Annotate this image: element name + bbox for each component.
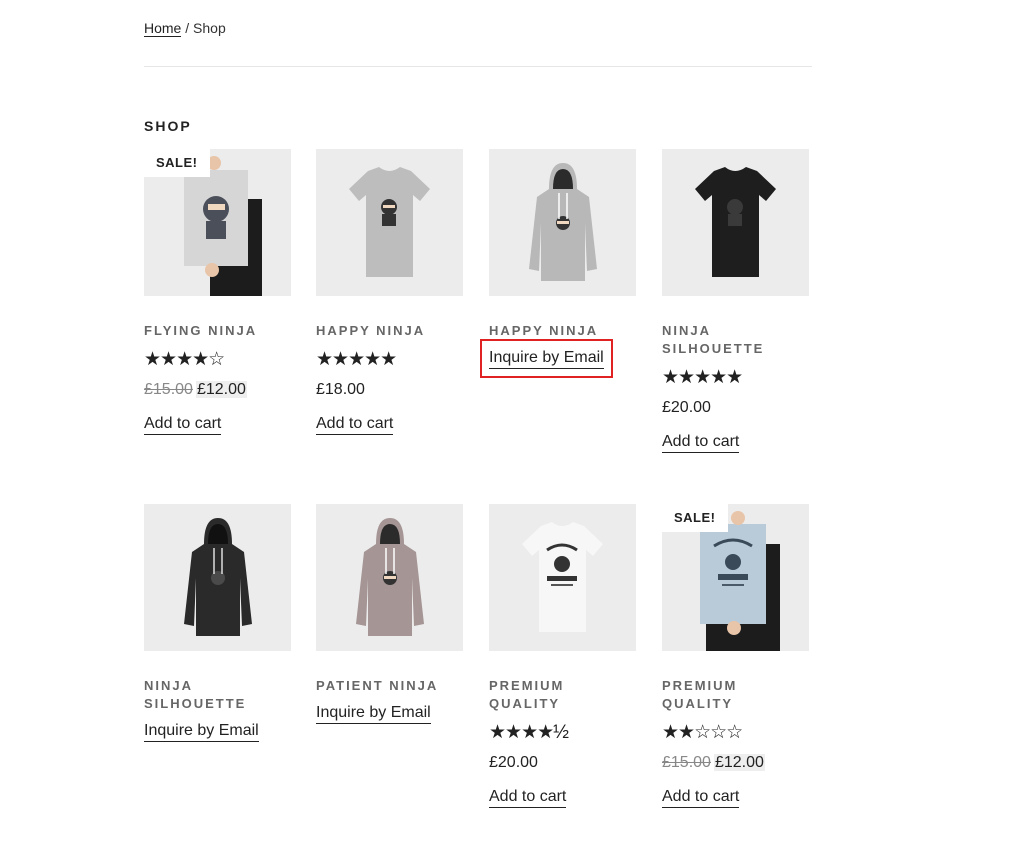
product-price: £15.00 £12.00 — [662, 753, 812, 773]
rating-stars: ★★☆☆☆ — [662, 722, 743, 743]
product-image-pink-hoodie[interactable] — [316, 504, 463, 651]
product-image-ninja-poster[interactable]: SALE! — [144, 149, 291, 296]
product-title[interactable]: HAPPY NINJA — [316, 322, 466, 340]
rating-stars: ★★★★★ — [662, 367, 743, 388]
product-price: £20.00 — [489, 754, 538, 771]
old-price: £15.00 — [662, 754, 711, 771]
add-to-cart-button[interactable]: Add to cart — [662, 432, 740, 453]
product-card-happy-ninja-hoodie: HAPPY NINJA Inquire by Email — [480, 149, 639, 378]
add-to-cart-button[interactable]: Add to cart — [489, 787, 567, 808]
product-image-grey-tshirt[interactable] — [316, 149, 463, 296]
product-image-white-tshirt[interactable] — [489, 504, 636, 651]
product-card-ninja-silhouette-hoodie: NINJA SILHOUETTE Inquire by Email — [144, 504, 294, 742]
product-card-premium-quality-tshirt: PREMIUM QUALITY ★★★★½ £20.00 Add to cart — [489, 504, 639, 808]
product-image-woothemes-poster[interactable]: SALE! — [662, 504, 809, 651]
sale-badge: SALE! — [662, 504, 728, 532]
product-card-premium-quality-poster: SALE! PREMIUM QUALITY ★★☆☆☆ £15.00 £12.00… — [662, 504, 812, 808]
product-price: £20.00 — [662, 399, 711, 416]
product-image-grey-hoodie[interactable] — [489, 149, 636, 296]
sale-price: £12.00 — [195, 381, 247, 398]
product-card-ninja-silhouette-tshirt: NINJA SILHOUETTE ★★★★★ £20.00 Add to car… — [662, 149, 812, 453]
product-image-black-tshirt[interactable] — [662, 149, 809, 296]
inquire-by-email-button[interactable]: Inquire by Email — [480, 339, 613, 378]
product-card-patient-ninja: PATIENT NINJA Inquire by Email — [316, 504, 466, 724]
sale-price: £12.00 — [713, 754, 765, 771]
product-card-flying-ninja: SALE! FLYING NINJA ★★★★☆ £15.00 £12.00 Ad… — [144, 149, 294, 435]
breadcrumb-home-link[interactable]: Home — [144, 20, 182, 37]
product-card-happy-ninja-tshirt: HAPPY NINJA ★★★★★ £18.00 Add to cart — [316, 149, 466, 435]
product-image-black-hoodie[interactable] — [144, 504, 291, 651]
product-title[interactable]: PATIENT NINJA — [316, 677, 466, 695]
breadcrumb: Home / Shop — [144, 20, 226, 37]
product-title[interactable]: NINJA SILHOUETTE — [662, 322, 812, 358]
product-title[interactable]: FLYING NINJA — [144, 322, 294, 340]
header-divider — [144, 66, 812, 67]
add-to-cart-button[interactable]: Add to cart — [316, 414, 394, 435]
add-to-cart-button[interactable]: Add to cart — [662, 787, 740, 808]
inquire-by-email-button[interactable]: Inquire by Email — [144, 721, 259, 742]
rating-stars: ★★★★☆ — [144, 349, 225, 370]
sale-badge: SALE! — [144, 149, 210, 177]
add-to-cart-button[interactable]: Add to cart — [144, 414, 222, 435]
product-title[interactable]: HAPPY NINJA — [489, 322, 639, 340]
product-price: £18.00 — [316, 381, 365, 398]
rating-stars: ★★★★½ — [489, 722, 569, 743]
product-title[interactable]: PREMIUM QUALITY — [489, 677, 639, 713]
rating-stars: ★★★★★ — [316, 349, 397, 370]
page-title: SHOP — [144, 118, 192, 134]
product-title[interactable]: NINJA SILHOUETTE — [144, 677, 294, 713]
product-title[interactable]: PREMIUM QUALITY — [662, 677, 812, 713]
old-price: £15.00 — [144, 381, 193, 398]
breadcrumb-current: Shop — [193, 20, 226, 36]
breadcrumb-separator: / — [181, 20, 194, 36]
inquire-by-email-button[interactable]: Inquire by Email — [316, 703, 431, 724]
product-price: £15.00 £12.00 — [144, 380, 294, 400]
